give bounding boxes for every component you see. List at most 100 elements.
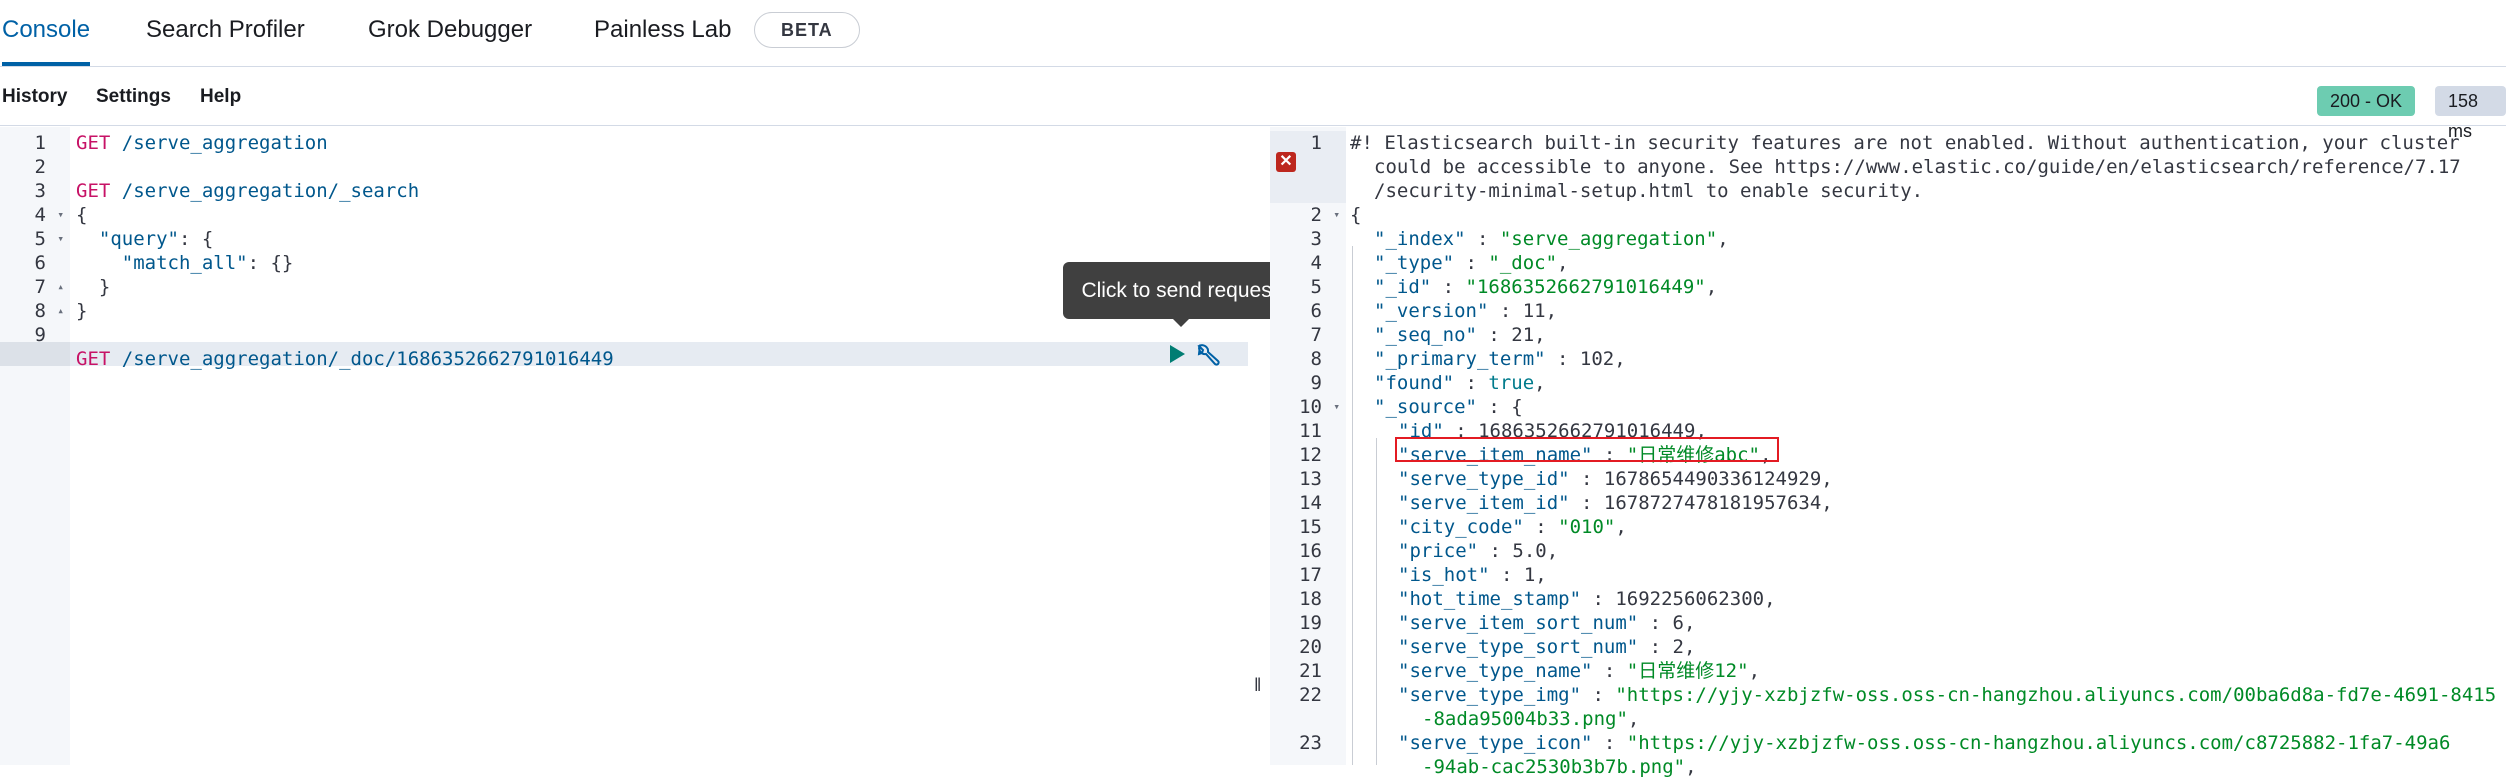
line-number: 5 ▾ (0, 227, 70, 251)
response-line: "_type" : "_doc", (1374, 252, 1569, 274)
response-line: "_version" : 11, (1374, 300, 1558, 322)
line-number (1270, 755, 1346, 779)
line-number: 8 ▴ (0, 299, 70, 323)
response-line: "serve_item_sort_num" : 6, (1398, 612, 1696, 634)
line-number (1270, 707, 1346, 731)
line-number: 22 (1270, 683, 1346, 707)
json-key: "_version" (1374, 300, 1489, 322)
json-punct: , (1614, 348, 1626, 370)
json-punct: , (1748, 660, 1761, 682)
code-line: GET /serve_aggregation (76, 131, 328, 155)
play-icon[interactable] (1166, 343, 1188, 365)
json-punct: , (1685, 756, 1697, 778)
line-number-text: 3 (34, 180, 46, 202)
response-line: "_seq_no" : 21, (1374, 324, 1546, 346)
tab-painless-lab[interactable]: Painless Lab (594, 0, 731, 66)
active-gutter-highlight (0, 342, 70, 366)
fold-toggle-icon[interactable]: ▾ (1333, 395, 1340, 419)
menubar-divider (0, 125, 2506, 126)
response-line: "hot_time_stamp" : 1692256062300, (1398, 588, 1776, 610)
indent-guide (1376, 438, 1377, 765)
menu-settings[interactable]: Settings (96, 86, 171, 108)
code-line: GET /serve_aggregation/_doc/168635266279… (76, 347, 614, 371)
json-punct: , (1821, 492, 1833, 514)
json-value: 1692256062300 (1615, 588, 1765, 610)
json-value: { (1511, 396, 1523, 418)
json-value: "1686352662791016449" (1465, 276, 1706, 298)
tab-grok-debugger[interactable]: Grok Debugger (368, 0, 532, 66)
json-punct: , (1717, 228, 1729, 250)
response-gutter: 1 2 ▾ 3 4 5 6 7 8 9 10 ▾ 11 12 13 14 15 16 17 18 19 20 21 22 23 (1270, 127, 1346, 765)
json-key: "serve_type_id" (1398, 468, 1570, 490)
response-line: { (1350, 203, 1361, 227)
fold-toggle-icon[interactable]: ▴ (57, 299, 64, 323)
json-punct: , (1534, 324, 1546, 346)
wrench-icon[interactable] (1194, 342, 1220, 368)
line-number: 21 (1270, 659, 1346, 683)
response-line: "price" : 5.0, (1398, 540, 1559, 562)
highlight-box (1395, 437, 1779, 462)
line-number: 8 (1270, 347, 1346, 371)
response-line: "serve_item_id" : 1678727478181957634, (1398, 492, 1833, 514)
line-number-text: 6 (34, 252, 46, 274)
tab-search-profiler[interactable]: Search Profiler (146, 0, 305, 66)
request-gutter: 1234▾5▾67▴8▴910 (0, 127, 70, 765)
menu-help[interactable]: Help (200, 86, 241, 108)
line-number: 3 (1270, 227, 1346, 251)
json-key: "serve_item_sort_num" (1398, 612, 1639, 634)
line-number: 5 (1270, 275, 1346, 299)
response-line: "_primary_term" : 102, (1374, 348, 1626, 370)
request-body: } (76, 276, 111, 298)
line-number: 11 (1270, 419, 1346, 443)
fold-toggle-icon[interactable]: ▾ (1333, 203, 1340, 227)
http-method: GET (76, 348, 111, 370)
line-number: 13 (1270, 467, 1346, 491)
request-path: /serve_aggregation (110, 132, 328, 154)
line-number-text: 3 (1310, 228, 1322, 250)
line-number-text: 20 (1299, 636, 1322, 658)
json-punct: , (1545, 300, 1558, 322)
tab-console[interactable]: Console (2, 0, 91, 66)
response-line: "_source" : { (1374, 396, 1523, 418)
line-number-text: 21 (1299, 660, 1322, 682)
json-value: 11 (1522, 300, 1546, 322)
fold-toggle-icon[interactable]: ▾ (57, 203, 64, 227)
line-number: 10 ▾ (1270, 395, 1346, 419)
line-number-text: 13 (1299, 468, 1322, 490)
warning-comment: could be accessible to anyone. See https… (1374, 156, 2461, 178)
json-value: "https://yjy-xzbjzfw-oss.oss-cn-hangzhou… (1626, 732, 2451, 754)
fold-toggle-icon[interactable]: ▾ (57, 227, 64, 251)
json-value: -8ada95004b33.png" (1422, 708, 1628, 730)
fold-toggle-icon[interactable]: ▴ (57, 275, 64, 299)
warning-comment: #! Elasticsearch built-in security featu… (1350, 132, 2460, 154)
line-number-text: 17 (1299, 564, 1322, 586)
line-number: 17 (1270, 563, 1346, 587)
brace: { (1350, 204, 1362, 226)
line-number (1270, 179, 1346, 203)
line-number-text: 1 (1310, 132, 1322, 154)
line-number-text: 5 (34, 228, 46, 250)
json-value: 1678727478181957634 (1603, 492, 1822, 514)
line-number-text: 7 (1310, 324, 1322, 346)
json-punct: , (1684, 636, 1696, 658)
line-number: 7 (1270, 323, 1346, 347)
json-key: "_index" (1374, 228, 1466, 250)
response-line: "is_hot" : 1, (1398, 564, 1547, 586)
line-number: 6 (0, 251, 70, 275)
json-key: "serve_type_icon" (1398, 732, 1593, 754)
json-value: "serve_aggregation" (1499, 228, 1718, 250)
json-punct: , (1705, 276, 1718, 298)
json-key: "serve_item_id" (1398, 492, 1570, 514)
json-key: "hot_time_stamp" (1398, 588, 1582, 610)
code-line: { (76, 203, 87, 227)
line-number: 16 (1270, 539, 1346, 563)
pane-resize-handle[interactable]: ‖ (1250, 127, 1270, 765)
json-value: "https://yjy-xzbjzfw-oss.oss-cn-hangzhou… (1615, 684, 2497, 706)
menu-history[interactable]: History (2, 86, 67, 108)
line-number-text: 2 (34, 156, 46, 178)
response-line: "serve_type_id" : 1678654490336124929, (1398, 468, 1833, 490)
response-line: "serve_type_sort_num" : 2, (1398, 636, 1696, 658)
line-number: 3 (0, 179, 70, 203)
json-key: "serve_type_name" (1398, 660, 1593, 682)
json-key: "is_hot" (1398, 564, 1490, 586)
